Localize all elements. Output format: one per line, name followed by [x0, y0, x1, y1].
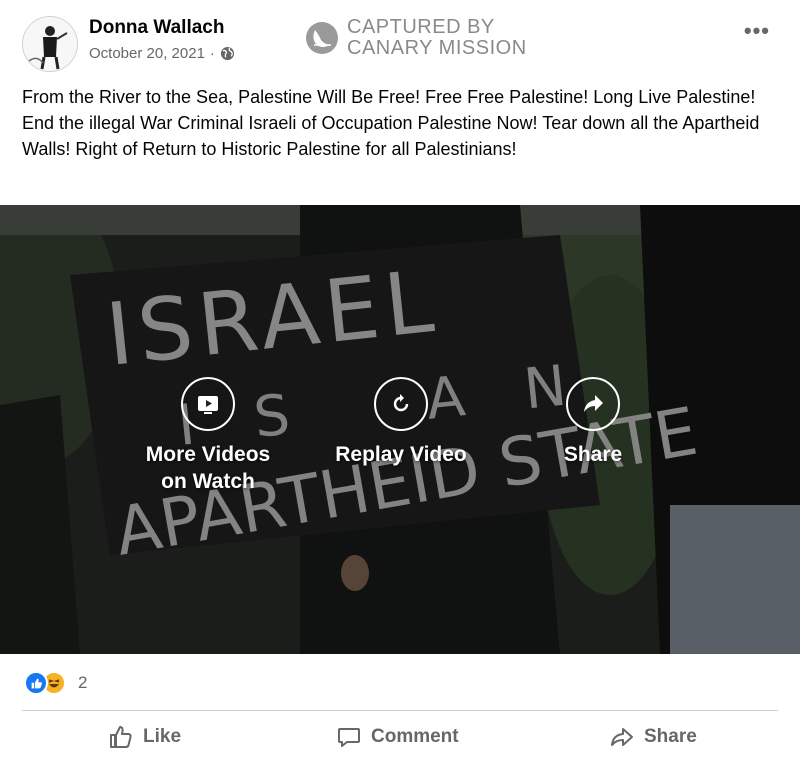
share-arrow-icon [566, 377, 620, 431]
comment-button[interactable]: Comment [336, 724, 459, 750]
canary-logo-icon [306, 22, 338, 54]
reactions-summary[interactable]: 2 [24, 671, 87, 695]
comment-bubble-icon [338, 728, 360, 747]
post-actions-bar: Like Comment Share [0, 716, 800, 761]
video-play-icon [181, 377, 235, 431]
like-label: Like [143, 726, 182, 747]
more-options-icon[interactable]: ••• [744, 20, 770, 42]
replay-video-button[interactable]: Replay Video [330, 377, 472, 468]
divider [22, 710, 778, 711]
reaction-count: 2 [78, 673, 88, 692]
thumbs-up-icon [110, 726, 132, 748]
post-text: From the River to the Sea, Palestine Wil… [22, 87, 760, 159]
comment-label: Comment [371, 726, 459, 747]
post-date[interactable]: October 20, 2021 [89, 45, 205, 62]
globe-icon [220, 46, 234, 61]
like-reaction-icon [24, 671, 48, 695]
replay-video-label: Replay Video [335, 443, 467, 466]
share-arrow-outline-icon [611, 728, 633, 746]
like-button[interactable]: Like [108, 724, 181, 750]
author-name[interactable]: Donna Wallach [89, 17, 224, 39]
meta-separator: · [209, 45, 215, 62]
post-meta: October 20, 2021 · [89, 45, 235, 62]
video-player[interactable]: ISRAEL IS AN APARTHEID STATE More Videos… [0, 205, 800, 654]
replay-icon [374, 377, 428, 431]
more-videos-label: More Videos on Watch [145, 443, 271, 493]
avatar-image [23, 17, 77, 71]
facebook-post: Donna Wallach October 20, 2021 · CAPTURE… [0, 0, 800, 761]
watermark-line-2: CANARY MISSION [347, 37, 527, 59]
share-button[interactable]: Share [609, 724, 697, 750]
watermark-line-1: CAPTURED BY [347, 16, 495, 38]
share-video-label: Share [563, 443, 623, 466]
captured-by-canary-mission-watermark: CAPTURED BY CANARY MISSION [305, 17, 527, 59]
share-label: Share [644, 726, 697, 747]
share-video-button[interactable]: Share [553, 377, 633, 468]
more-videos-on-watch-button[interactable]: More Videos on Watch [138, 377, 278, 495]
avatar[interactable] [22, 16, 78, 72]
